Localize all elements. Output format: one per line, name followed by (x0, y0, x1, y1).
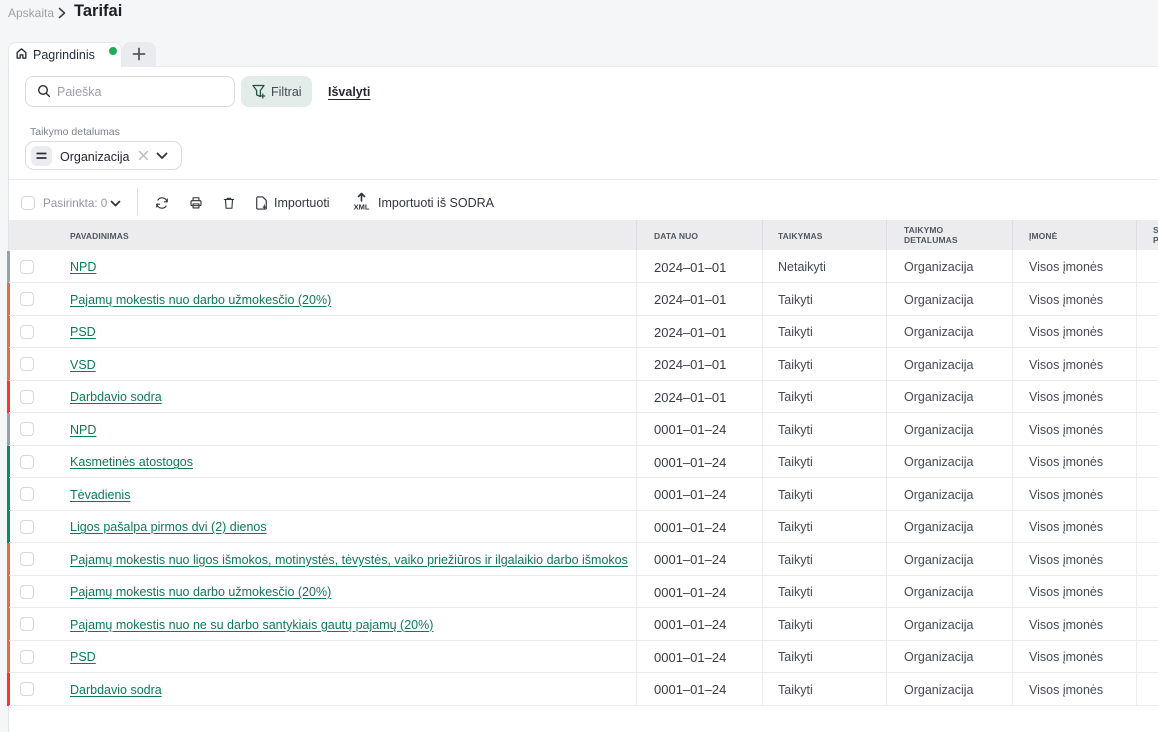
svg-text:XML: XML (354, 203, 370, 212)
